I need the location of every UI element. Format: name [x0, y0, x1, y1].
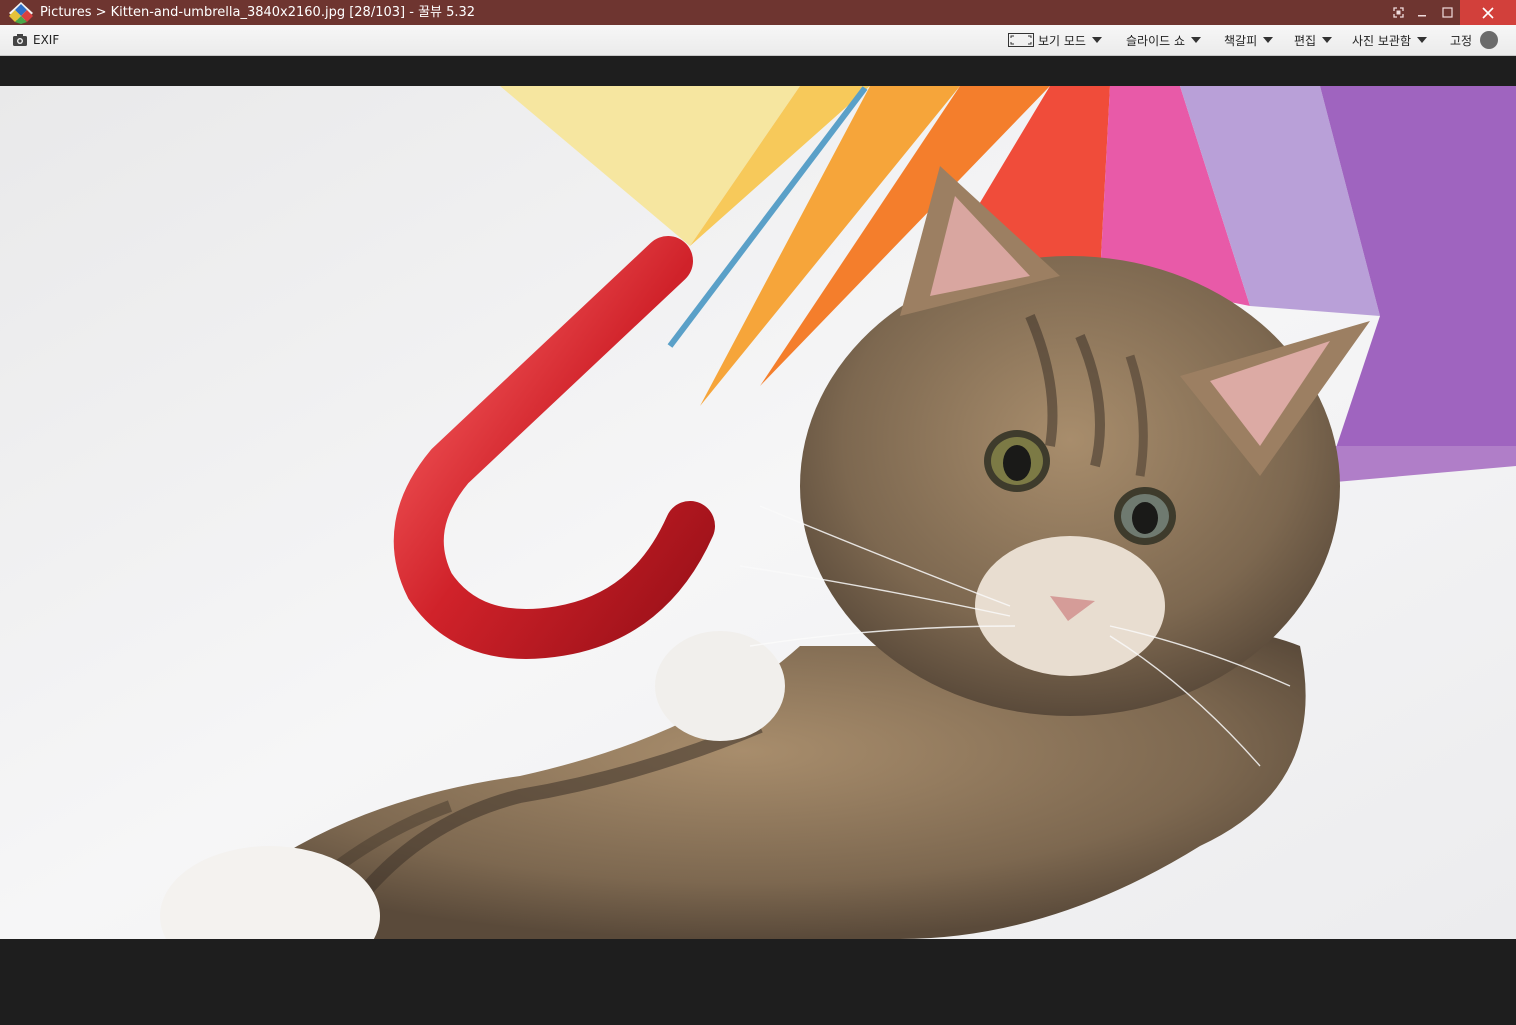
close-button[interactable]: [1460, 0, 1516, 25]
bookmark-label: 책갈피: [1224, 33, 1258, 48]
breadcrumb-separator: >: [91, 5, 111, 20]
edit-label: 편집: [1294, 33, 1317, 48]
close-icon: [1482, 6, 1494, 19]
photo-archive-menu[interactable]: 사진 보관함: [1352, 31, 1428, 49]
image-viewer[interactable]: [0, 56, 1516, 1025]
app-name: 꿀뷰 5.32: [418, 5, 476, 20]
chevron-down-icon: [1191, 37, 1202, 43]
chevron-down-icon: [1091, 37, 1102, 43]
slideshow-label: 슬라이드 쇼: [1126, 33, 1186, 48]
toggle-indicator-icon: [1480, 31, 1499, 49]
view-mode-menu[interactable]: 보기 모드: [1008, 31, 1102, 49]
edit-menu[interactable]: 편집: [1294, 31, 1333, 49]
maximize-button[interactable]: [1435, 0, 1459, 25]
view-mode-label: 보기 모드: [1038, 33, 1086, 48]
title-bar: Pictures > Kitten-and-umbrella_3840x2160…: [0, 0, 1516, 25]
breadcrumb-root: Pictures: [40, 5, 92, 20]
pin-label: 고정: [1450, 33, 1473, 48]
exif-button[interactable]: EXIF: [12, 31, 59, 49]
toolbar: EXIF 보기 모드 슬라이드 쇼 책갈피 편집 사진 보관함 고정: [0, 25, 1516, 56]
bookmark-menu[interactable]: 책갈피: [1224, 31, 1274, 49]
view-mode-icon: [1008, 33, 1034, 47]
exif-label: EXIF: [33, 33, 60, 47]
chevron-down-icon: [1322, 37, 1333, 43]
window-title: Pictures > Kitten-and-umbrella_3840x2160…: [40, 4, 475, 21]
displayed-photo: [0, 86, 1516, 939]
fullscreen-button[interactable]: [1386, 0, 1410, 25]
title-dash: -: [405, 5, 419, 20]
pin-toggle[interactable]: 고정: [1450, 31, 1499, 49]
minimize-button[interactable]: [1410, 0, 1434, 25]
fullscreen-icon: [1392, 7, 1404, 18]
chevron-down-icon: [1417, 37, 1428, 43]
photo-archive-label: 사진 보관함: [1352, 33, 1412, 48]
maximize-icon: [1441, 7, 1453, 18]
chevron-down-icon: [1263, 37, 1274, 43]
app-logo-icon[interactable]: [8, 1, 34, 25]
camera-icon: [13, 34, 27, 46]
file-position: [28/103]: [349, 5, 406, 20]
minimize-icon: [1418, 14, 1426, 16]
slideshow-menu[interactable]: 슬라이드 쇼: [1126, 31, 1202, 49]
file-name: Kitten-and-umbrella_3840x2160.jpg: [110, 5, 346, 20]
